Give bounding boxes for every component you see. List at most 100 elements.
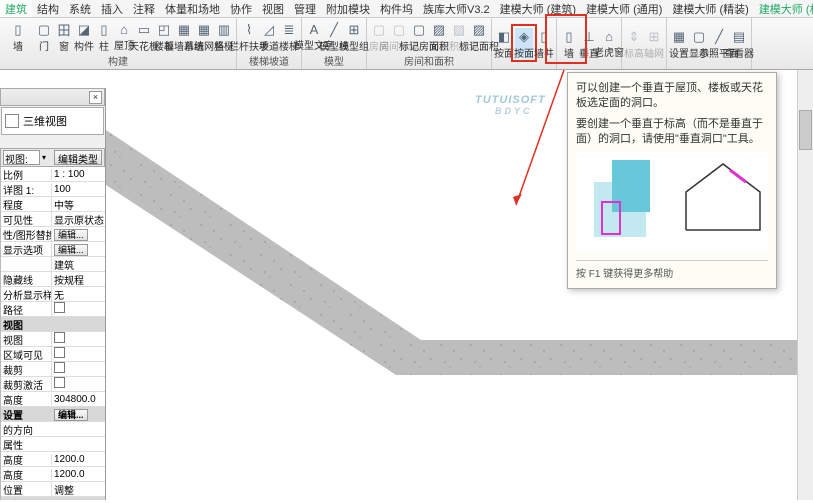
property-value[interactable]: 304800.0	[51, 394, 105, 405]
ribbon-button-按面[interactable]: ◧按面	[495, 28, 513, 58]
property-value[interactable]: 调整	[51, 482, 105, 497]
checkbox-icon[interactable]	[54, 347, 65, 358]
project-browser-item[interactable]: 三维视图	[1, 107, 104, 135]
ribbon-button-老虎窗[interactable]: ⌂老虎窗	[600, 28, 618, 58]
ribbon-button-窗[interactable]: 田窗	[55, 21, 73, 51]
panel-close-bar: ×	[0, 88, 105, 106]
edit-button[interactable]: 编辑...	[54, 244, 88, 256]
scrollbar-thumb[interactable]	[799, 110, 812, 150]
checkbox-icon[interactable]	[54, 302, 65, 313]
property-value[interactable]	[51, 302, 105, 316]
property-value[interactable]	[51, 362, 105, 376]
ribbon-tab[interactable]: 建模大师 (精装)	[667, 0, 753, 18]
ribbon-tab[interactable]: 附加模块	[321, 0, 375, 18]
close-icon[interactable]: ×	[89, 91, 102, 104]
ribbon-button-label: 轴网	[644, 45, 664, 60]
view-type-select[interactable]: 视图: 三维)	[3, 150, 40, 165]
ribbon-group: ▯墙⊥垂直⌂老虎窗	[557, 18, 622, 69]
ribbon-button-标高: ⇕标高	[625, 28, 643, 58]
property-value[interactable]	[51, 347, 105, 361]
property-key: 显示选项	[1, 242, 51, 257]
ribbon-tab[interactable]: 族库大师V3.2	[418, 0, 495, 18]
ribbon-tab[interactable]: 建模大师 (通用)	[581, 0, 667, 18]
ribbon-button-门[interactable]: ▢门	[35, 21, 53, 51]
property-value[interactable]: 1 : 100	[51, 169, 105, 180]
property-value[interactable]: 中等	[51, 197, 105, 212]
ribbon-button-墙井[interactable]: ▯墙井	[535, 28, 553, 58]
ribbon-tab[interactable]: 体量和场地	[160, 0, 225, 18]
ribbon-tab[interactable]: 协作	[225, 0, 257, 18]
ribbon-tab[interactable]: 注释	[128, 0, 160, 18]
property-row: 显示选项编辑...	[1, 242, 105, 257]
property-value[interactable]: 100	[51, 184, 105, 195]
ribbon-button-label: 按面	[494, 45, 514, 60]
property-row: 视图	[1, 332, 105, 347]
ribbon-button-轴网: ⊞轴网	[645, 28, 663, 58]
property-value[interactable]: 编辑...	[51, 408, 105, 421]
property-key: 程度	[1, 197, 51, 212]
property-value[interactable]: 显示原状态	[51, 212, 105, 227]
ribbon-tab[interactable]: 结构	[32, 0, 64, 18]
ribbon-tab[interactable]: 管理	[289, 0, 321, 18]
property-value[interactable]: <无>▾	[51, 497, 105, 501]
ribbon-button-幕墙网格[interactable]: ▦幕墙网格	[195, 21, 213, 51]
property-value[interactable]	[51, 332, 105, 346]
checkbox-icon[interactable]	[54, 377, 65, 388]
property-value[interactable]: 1200.0	[51, 469, 105, 480]
ribbon-tab[interactable]: 插入	[96, 0, 128, 18]
property-value[interactable]: 无	[51, 287, 105, 302]
property-key: 视图	[1, 317, 51, 332]
ribbon-button-天花板[interactable]: ▭天花板	[135, 21, 153, 51]
ribbon-button-label: 墙	[13, 38, 23, 53]
property-value[interactable]: 1200.0	[51, 454, 105, 465]
property-value[interactable]: 按规程	[51, 272, 105, 287]
property-key: 位置	[1, 482, 51, 497]
ribbon-button-墙[interactable]: ▯墙	[560, 28, 578, 58]
ribbon-button-查看器[interactable]: ▤查看器	[730, 28, 748, 58]
ribbon-button-label: 墙	[564, 45, 574, 60]
checkbox-icon[interactable]	[54, 362, 65, 373]
ribbon-group-label: 楼梯坡道	[240, 52, 298, 68]
property-section: 设置编辑...	[1, 407, 105, 422]
property-value[interactable]: 编辑...	[51, 243, 105, 256]
门-icon: ▢	[36, 22, 52, 38]
property-value[interactable]	[51, 377, 105, 391]
tooltip-text-1: 可以创建一个垂直于屋顶、楼板或天花板选定面的洞口。	[576, 81, 768, 111]
ribbon-group-label: 构建	[3, 52, 233, 68]
ribbon-tab[interactable]: 视图	[257, 0, 289, 18]
property-value[interactable]: 建筑	[51, 257, 105, 272]
property-value[interactable]: 编辑...	[51, 228, 105, 241]
ribbon-button-墙[interactable]: ▯墙	[3, 21, 33, 51]
edit-button[interactable]: 编辑...	[54, 409, 88, 421]
checkbox-icon[interactable]	[54, 332, 65, 343]
vertical-scrollbar[interactable]	[797, 70, 813, 500]
ribbon-button-柱[interactable]: ▯柱	[95, 21, 113, 51]
edit-button[interactable]: 编辑...	[54, 229, 88, 241]
ribbon-group: ⌇栏杆扶手◿坡道≣楼梯楼梯坡道	[237, 18, 302, 69]
ribbon-tab[interactable]: 建模大师 (机电)	[754, 0, 813, 18]
ribbon-tab[interactable]: 建筑	[0, 0, 32, 18]
ribbon-button-label: 墙井	[534, 45, 554, 60]
ribbon-button-构件[interactable]: ◪构件	[75, 21, 93, 51]
ribbon-button-按面[interactable]: ◈按面	[515, 28, 533, 58]
ribbon-button-模型组[interactable]: ⊞模型组	[345, 21, 363, 51]
ribbon-tab[interactable]: 构件坞	[375, 0, 418, 18]
按面-icon: ◧	[496, 29, 512, 45]
property-section: 视图	[1, 317, 105, 332]
面积-icon: ▨	[431, 22, 447, 38]
ribbon-tab[interactable]: 建模大师 (建筑)	[495, 0, 581, 18]
property-key: 路径	[1, 302, 51, 317]
ribbon-group: ⇕标高⊞轴网	[622, 18, 667, 69]
ribbon-button-设置[interactable]: ▦设置	[670, 28, 688, 58]
ribbon-tab[interactable]: 系统	[64, 0, 96, 18]
property-key: 裁剪	[1, 362, 51, 377]
ribbon-button-label: 窗	[59, 38, 69, 53]
ribbon-group-label	[495, 67, 553, 68]
ribbon-button-栏杆扶手[interactable]: ⌇栏杆扶手	[240, 21, 258, 51]
tooltip-illustration	[576, 152, 768, 252]
edit-type-button[interactable]: 编辑类型	[54, 150, 102, 165]
property-key: 属性	[1, 437, 51, 452]
竖梃-icon: ▥	[216, 22, 232, 38]
ribbon-button-坡道[interactable]: ◿坡道	[260, 21, 278, 51]
ribbon-tabstrip: 建筑结构系统插入注释体量和场地协作视图管理附加模块构件坞族库大师V3.2建模大师…	[0, 0, 813, 18]
